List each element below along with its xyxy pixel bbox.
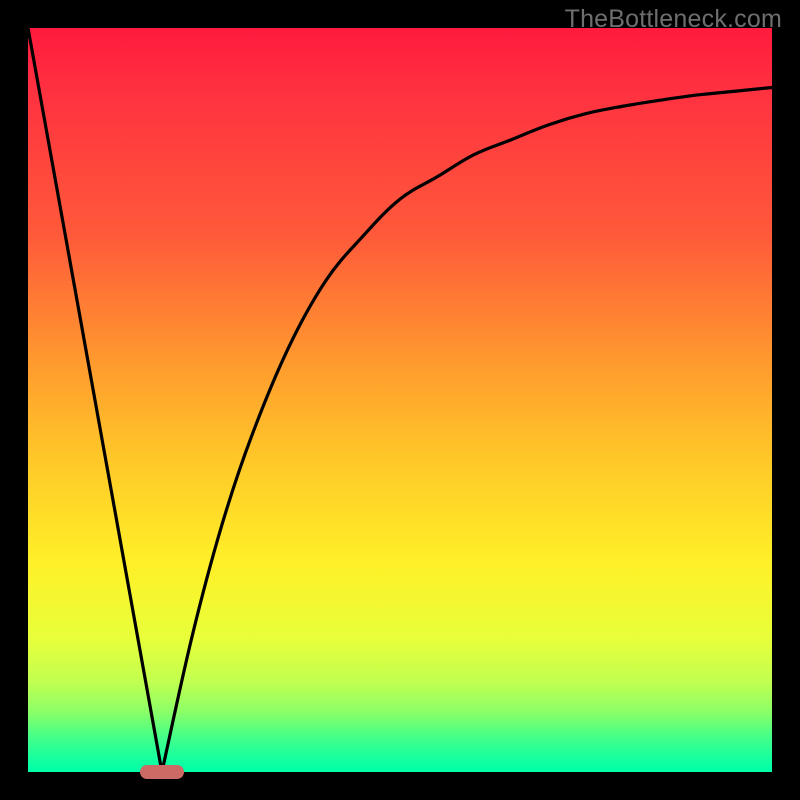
plot-area	[28, 28, 772, 772]
curve-left-leg	[28, 28, 162, 772]
vertex-marker	[140, 765, 185, 779]
bottleneck-curve	[28, 28, 772, 772]
chart-frame: TheBottleneck.com	[0, 0, 800, 800]
curve-right	[162, 88, 772, 772]
